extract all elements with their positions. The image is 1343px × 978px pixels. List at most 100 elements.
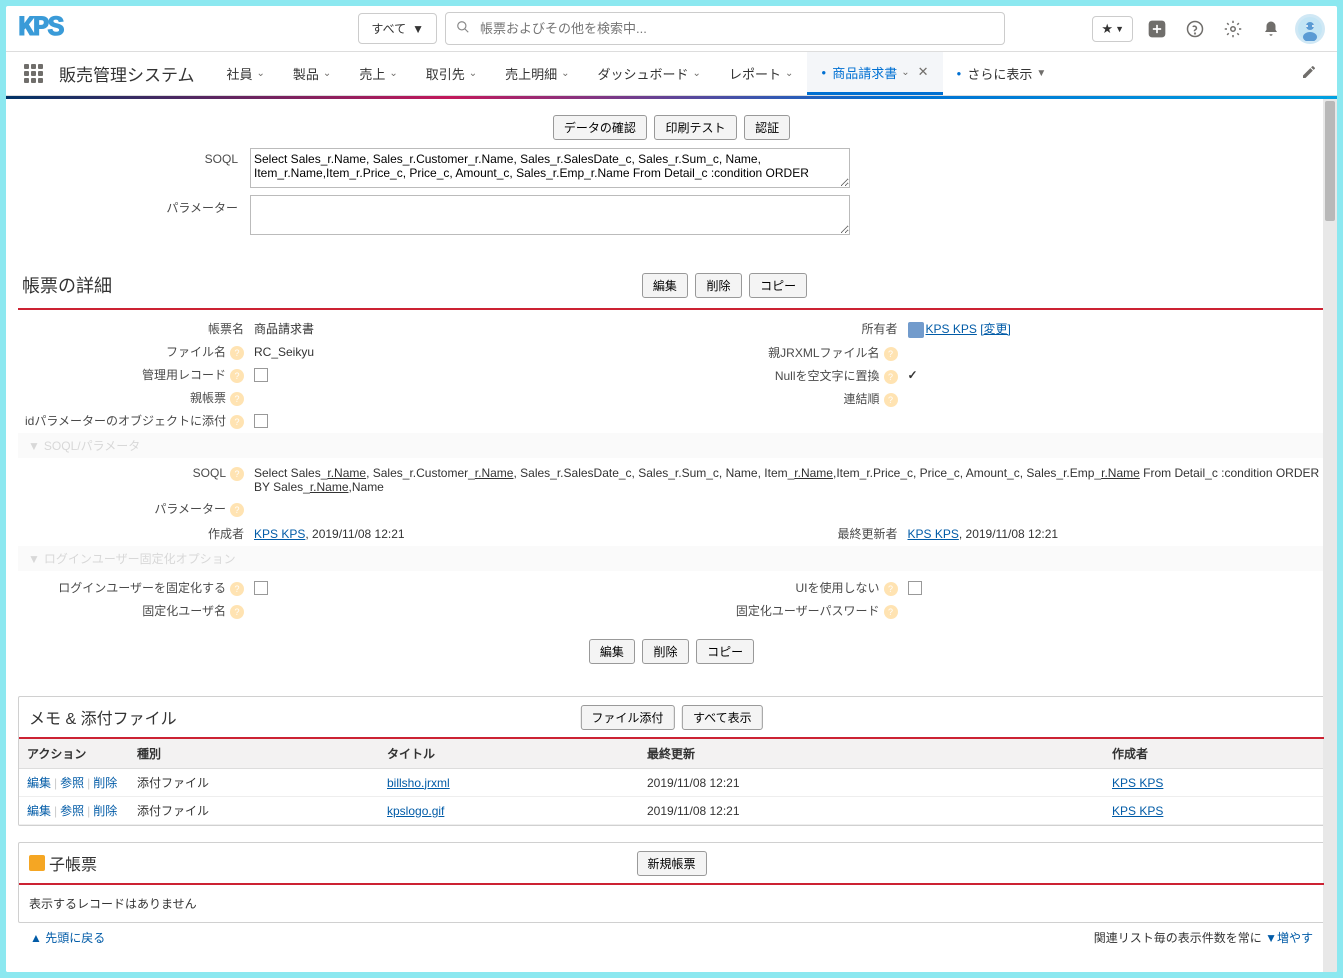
edit-link[interactable]: 編集 bbox=[27, 804, 51, 818]
nav-tab-detail[interactable]: 売上明細⌄ bbox=[491, 52, 583, 95]
soql-edit-label: SOQL bbox=[18, 148, 250, 166]
copy-button[interactable]: コピー bbox=[749, 273, 807, 298]
creator-link[interactable]: KPS KPS bbox=[1112, 776, 1163, 790]
soql-detail-label: SOQL bbox=[193, 466, 226, 480]
creator-link[interactable]: KPS KPS bbox=[254, 527, 305, 541]
delete-button-2[interactable]: 削除 bbox=[642, 639, 688, 664]
help-icon[interactable]: ? bbox=[230, 369, 244, 383]
collapse-icon: ▼ bbox=[28, 439, 40, 453]
nav-tab-invoice[interactable]: ● 商品請求書 ⌄ ✕ bbox=[807, 52, 942, 95]
edit-link[interactable]: 編集 bbox=[27, 776, 51, 790]
file-name-value: RC_Seikyu bbox=[254, 341, 670, 362]
unsaved-indicator-icon: ● bbox=[957, 69, 962, 78]
app-name: 販売管理システム bbox=[53, 61, 213, 86]
child-section: 子帳票 新規帳票 表示するレコードはありません bbox=[18, 842, 1325, 923]
close-tab-icon[interactable]: ✕ bbox=[918, 64, 929, 80]
increase-link[interactable]: ▼増やす bbox=[1265, 931, 1313, 945]
col-action: アクション bbox=[19, 739, 129, 769]
global-search[interactable] bbox=[445, 12, 1005, 45]
add-icon[interactable] bbox=[1143, 15, 1171, 43]
edit-button-2[interactable]: 編集 bbox=[589, 639, 635, 664]
soql-subsection-header[interactable]: ▼SOQL/パラメータ bbox=[18, 433, 1325, 458]
attachments-table: アクション 種別 タイトル 最終更新 作成者 編集|参照|削除 添付ファイル b… bbox=[19, 739, 1324, 825]
attach-file-button[interactable]: ファイル添付 bbox=[580, 705, 674, 730]
auth-button[interactable]: 認証 bbox=[744, 115, 790, 140]
memo-section: メモ & 添付ファイル ファイル添付 すべて表示 アクション 種別 タイトル 最… bbox=[18, 696, 1325, 826]
delete-button[interactable]: 削除 bbox=[695, 273, 741, 298]
fixed-user-label: 固定化ユーザ名 bbox=[142, 604, 226, 618]
login-fix-label: ログインユーザーを固定化する bbox=[58, 581, 226, 595]
nav-tab-product[interactable]: 製品⌄ bbox=[279, 52, 345, 95]
chevron-down-icon: ⌄ bbox=[469, 68, 477, 79]
attach-checkbox bbox=[254, 414, 268, 428]
report-name-value: 商品請求書 bbox=[254, 318, 670, 339]
search-scope-dropdown[interactable]: すべて ▼ bbox=[358, 13, 437, 44]
manage-record-label: 管理用レコード bbox=[142, 368, 226, 382]
chevron-down-icon: ⌄ bbox=[693, 68, 701, 79]
del-link[interactable]: 削除 bbox=[93, 776, 117, 790]
favorites-button[interactable]: ★▼ bbox=[1092, 16, 1133, 42]
modifier-date: , 2019/11/08 12:21 bbox=[959, 527, 1058, 541]
help-icon[interactable]: ? bbox=[230, 582, 244, 596]
chevron-down-icon: ⌄ bbox=[257, 68, 265, 79]
help-icon[interactable]: ? bbox=[230, 467, 244, 481]
soql-textarea[interactable]: Select Sales_r.Name, Sales_r.Customer_r.… bbox=[250, 148, 850, 188]
help-icon[interactable]: ? bbox=[884, 582, 898, 596]
manage-record-checkbox bbox=[254, 368, 268, 382]
help-icon[interactable]: ? bbox=[230, 415, 244, 429]
login-subsection-header[interactable]: ▼ログインユーザー固定化オプション bbox=[18, 546, 1325, 571]
nav-tab-report[interactable]: レポート⌄ bbox=[715, 52, 807, 95]
chevron-down-icon: ⌄ bbox=[901, 67, 909, 78]
param-textarea[interactable] bbox=[250, 195, 850, 235]
help-icon[interactable]: ? bbox=[884, 370, 898, 384]
help-icon[interactable]: ? bbox=[884, 393, 898, 407]
nav-tab-employee[interactable]: 社員⌄ bbox=[213, 52, 279, 95]
back-to-top-link[interactable]: ▲ 先頭に戻る bbox=[30, 929, 105, 946]
print-test-button[interactable]: 印刷テスト bbox=[654, 115, 736, 140]
owner-link[interactable]: KPS KPS bbox=[926, 322, 977, 336]
title-link[interactable]: kpslogo.gif bbox=[387, 804, 444, 818]
scrollbar[interactable] bbox=[1323, 99, 1337, 972]
help-icon[interactable]: ? bbox=[884, 347, 898, 361]
nav-tab-dashboard[interactable]: ダッシュボード⌄ bbox=[584, 52, 715, 95]
new-report-button[interactable]: 新規帳票 bbox=[636, 851, 706, 876]
modifier-link[interactable]: KPS KPS bbox=[908, 527, 959, 541]
global-header: KPS すべて ▼ ★▼ bbox=[6, 6, 1337, 52]
help-icon[interactable]: ? bbox=[230, 605, 244, 619]
owner-change-link[interactable]: [変更] bbox=[980, 322, 1011, 336]
title-link[interactable]: billsho.jrxml bbox=[387, 776, 450, 790]
memo-section-title: メモ & 添付ファイル bbox=[29, 705, 177, 729]
help-icon[interactable]: ? bbox=[230, 346, 244, 360]
creator-link[interactable]: KPS KPS bbox=[1112, 804, 1163, 818]
app-launcher-icon[interactable] bbox=[14, 64, 53, 83]
nav-tab-account[interactable]: 取引先⌄ bbox=[412, 52, 491, 95]
nav-tab-sales[interactable]: 売上⌄ bbox=[345, 52, 411, 95]
setup-icon[interactable] bbox=[1219, 15, 1247, 43]
chevron-down-icon: ⌄ bbox=[389, 68, 397, 79]
help-icon[interactable]: ? bbox=[230, 503, 244, 517]
related-list-text: 関連リスト毎の表示件数を常に ▼増やす bbox=[1094, 929, 1313, 946]
type-cell: 添付ファイル bbox=[129, 797, 379, 825]
user-avatar[interactable] bbox=[1295, 14, 1325, 44]
search-input[interactable] bbox=[476, 17, 994, 40]
copy-button-2[interactable]: コピー bbox=[696, 639, 754, 664]
file-name-label: ファイル名 bbox=[166, 345, 226, 359]
show-all-button[interactable]: すべて表示 bbox=[682, 705, 763, 730]
help-icon[interactable] bbox=[1181, 15, 1209, 43]
ref-link[interactable]: 参照 bbox=[60, 776, 84, 790]
ui-disable-checkbox bbox=[908, 581, 922, 595]
search-scope-label: すべて bbox=[371, 20, 406, 37]
notification-icon[interactable] bbox=[1257, 15, 1285, 43]
table-row: 編集|参照|削除 添付ファイル kpslogo.gif 2019/11/08 1… bbox=[19, 797, 1324, 825]
help-icon[interactable]: ? bbox=[230, 392, 244, 406]
del-link[interactable]: 削除 bbox=[93, 804, 117, 818]
ref-link[interactable]: 参照 bbox=[60, 804, 84, 818]
edit-button[interactable]: 編集 bbox=[642, 273, 688, 298]
nav-tab-overflow[interactable]: ● さらに表示 ▼ bbox=[943, 52, 1061, 95]
nav-bar: 販売管理システム 社員⌄ 製品⌄ 売上⌄ 取引先⌄ 売上明細⌄ ダッシュボード⌄… bbox=[6, 52, 1337, 96]
edit-nav-icon[interactable] bbox=[1289, 64, 1329, 83]
help-icon[interactable]: ? bbox=[884, 605, 898, 619]
chevron-down-icon: ▼ bbox=[1036, 68, 1046, 79]
col-creator: 作成者 bbox=[1104, 739, 1324, 769]
confirm-data-button[interactable]: データの確認 bbox=[553, 115, 647, 140]
